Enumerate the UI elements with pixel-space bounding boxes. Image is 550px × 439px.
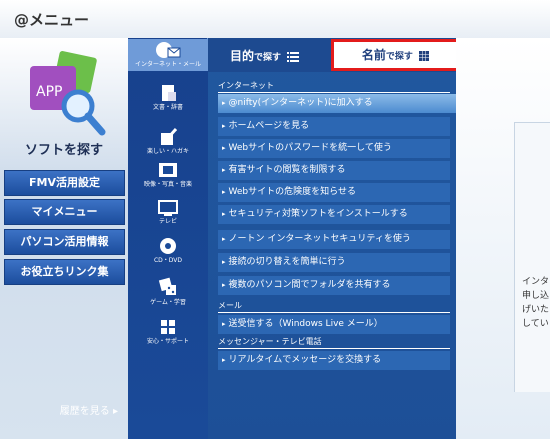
category-safety-support[interactable]: 安心・サポート xyxy=(128,316,208,348)
gift-icon xyxy=(161,320,175,334)
menu-item-send-receive[interactable]: ▸ 送受信する（Windows Live メール） xyxy=(218,315,450,334)
category-label: インターネット・メール xyxy=(134,61,201,68)
category-label: 楽しい・ハガキ xyxy=(146,148,189,155)
menu-item-install-security[interactable]: ▸ セキュリティ対策ソフトをインストールする xyxy=(218,205,450,224)
tab-search-by-purpose[interactable]: 目的で探す xyxy=(230,47,300,64)
menu-item-label: 送受信する（Windows Live メール） xyxy=(228,319,383,329)
description-line: 申し込 xyxy=(522,291,550,301)
category-video-photo-music[interactable]: 映像・写真・音楽 xyxy=(128,159,208,191)
category-games-learning[interactable]: ゲーム・学習 xyxy=(128,275,208,307)
category-label: ゲーム・学習 xyxy=(150,299,186,306)
category-tv[interactable]: テレビ xyxy=(128,198,208,230)
my-menu-button[interactable]: マイメニュー xyxy=(4,199,125,225)
dice-icon xyxy=(158,277,176,295)
menu-item-label: 有害サイトの閲覧を制限する xyxy=(228,165,346,175)
category-label: テレビ xyxy=(158,218,177,225)
tab-label: 名前 xyxy=(361,48,386,62)
history-link[interactable]: 履歴を見る ▸ xyxy=(60,402,118,417)
menu-item-label: ホームページを見る xyxy=(228,121,310,131)
svg-text:APP: APP xyxy=(36,84,62,100)
document-icon xyxy=(162,85,176,101)
menu-item-label: リアルタイムでメッセージを交換する xyxy=(228,355,382,365)
useful-links-button[interactable]: お役立ちリンク集 xyxy=(4,259,125,285)
menu-item-share-folders[interactable]: ▸ 複数のパソコン間でフォルダを共有する xyxy=(218,276,450,295)
category-column: インターネット・メール 文書・辞書 楽しい・ハガキ 映像・写真・音楽 テレビ C… xyxy=(128,38,208,439)
menu-item-label: @nifty(インターネット)に加入する xyxy=(228,98,373,108)
section-header-mail: メール xyxy=(218,300,450,313)
tab-sublabel: で探す xyxy=(385,52,413,62)
menu-item-label: 接続の切り替えを簡単に行う xyxy=(228,257,346,267)
description-line: げいた xyxy=(522,305,550,315)
globe-mail-icon xyxy=(156,42,181,58)
tab-search-by-name[interactable]: 名前で探す xyxy=(331,39,460,71)
category-label: 文書・辞書 xyxy=(152,104,183,111)
menu-item-realtime-message[interactable]: ▸ リアルタイムでメッセージを交換する xyxy=(218,351,450,370)
title-bar: @メニュー xyxy=(0,0,550,38)
find-software-label[interactable]: ソフトを探す xyxy=(0,139,128,158)
fmv-settings-button[interactable]: FMV活用設定 xyxy=(4,170,125,196)
menu-item-site-danger[interactable]: ▸ Webサイトの危険度を知らせる xyxy=(218,183,450,202)
menu-item-norton[interactable]: ▸ ノートン インターネットセキュリティを使う xyxy=(218,230,450,249)
section-header-messenger: メッセンジャー・テレビ電話 xyxy=(218,336,450,349)
category-postcards[interactable]: 楽しい・ハガキ xyxy=(128,126,208,158)
menu-item-switch-connection[interactable]: ▸ 接続の切り替えを簡単に行う xyxy=(218,253,450,272)
menu-item-label: ノートン インターネットセキュリティを使う xyxy=(228,234,411,244)
disc-icon xyxy=(160,238,176,254)
description-panel: インタ 申し込 げいた してい xyxy=(456,38,550,439)
category-label: 映像・写真・音楽 xyxy=(143,181,192,188)
description-line: インタ xyxy=(522,277,550,287)
category-label: 安心・サポート xyxy=(146,338,189,345)
menu-item-label: Webサイトのパスワードを統一して使う xyxy=(228,143,392,153)
list-icon xyxy=(287,51,300,62)
tab-bar: 目的で探す 名前で探す xyxy=(208,38,460,72)
app-search-icon[interactable]: APP xyxy=(22,50,108,142)
menu-item-view-homepage[interactable]: ▸ ホームページを見る xyxy=(218,117,450,136)
category-label: CD・DVD xyxy=(153,257,183,264)
pen-card-icon xyxy=(161,128,177,145)
menu-item-label: セキュリティ対策ソフトをインストールする xyxy=(228,209,408,219)
menu-item-label: Webサイトの危険度を知らせる xyxy=(228,187,356,197)
menu-item-unify-passwords[interactable]: ▸ Webサイトのパスワードを統一して使う xyxy=(218,139,450,158)
pc-info-button[interactable]: パソコン活用情報 xyxy=(4,229,125,255)
category-documents[interactable]: 文書・辞書 xyxy=(128,82,208,114)
window-title: @メニュー xyxy=(14,11,90,29)
menu-item-nifty[interactable]: ▸ @nifty(インターネット)に加入する xyxy=(218,94,458,113)
menu-item-restrict-harmful-sites[interactable]: ▸ 有害サイトの閲覧を制限する xyxy=(218,161,450,180)
category-cd-dvd[interactable]: CD・DVD xyxy=(128,235,208,267)
menu-item-label: 複数のパソコン間でフォルダを共有する xyxy=(228,280,391,290)
film-icon xyxy=(159,163,177,177)
description-line: してい xyxy=(522,319,549,329)
tab-sublabel: で探す xyxy=(254,53,282,63)
grid-icon xyxy=(419,50,430,61)
category-internet-mail[interactable]: インターネット・メール xyxy=(128,39,208,71)
description-box xyxy=(514,122,550,392)
section-header-internet: インターネット xyxy=(218,80,450,93)
main-panel: 目的で探す 名前で探す インターネット ▸ @nifty(インターネット)に加入す… xyxy=(208,38,460,439)
left-nav: APP ソフトを探す FMV活用設定 マイメニュー パソコン活用情報 お役立ちリ… xyxy=(0,38,128,439)
tv-icon xyxy=(158,200,178,216)
tab-label: 目的 xyxy=(230,49,255,63)
